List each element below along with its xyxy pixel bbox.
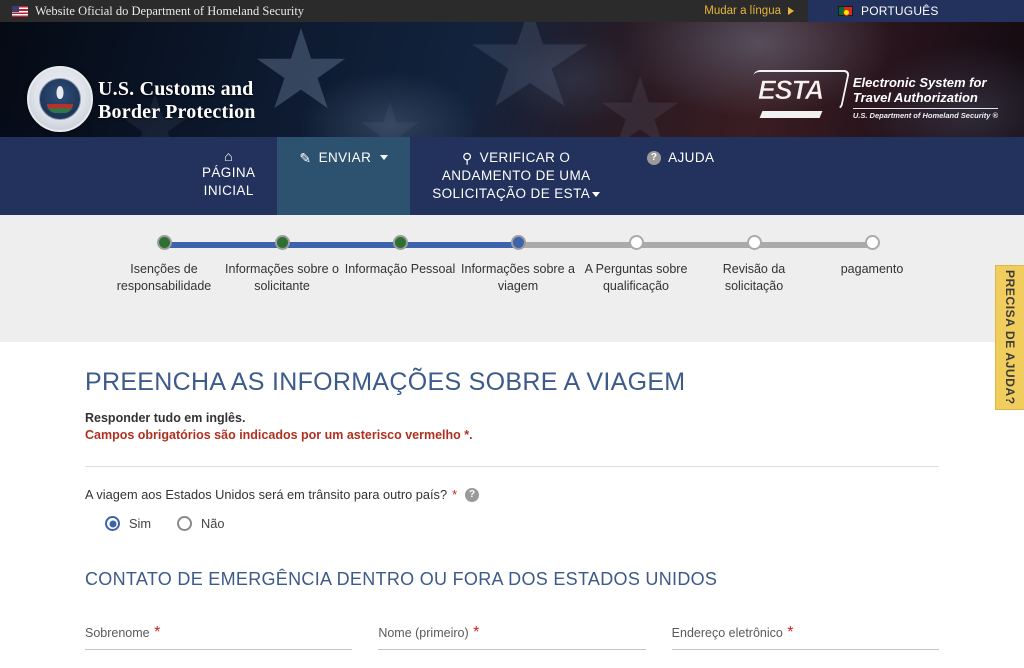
nav-check-status-label-line2: ANDAMENTO DE UMA	[441, 168, 591, 183]
esta-wordmark-text: ESTA	[757, 75, 825, 106]
esta-subtitle-line1: Electronic System for	[852, 75, 987, 90]
need-help-label: PRECISA DE AJUDA?	[1003, 270, 1017, 405]
radio-no-indicator[interactable]	[177, 516, 193, 531]
current-language-label: PORTUGUÊS	[861, 4, 939, 18]
dhs-seal-icon	[27, 66, 93, 132]
step-dot	[628, 235, 644, 250]
page-title: PREENCHA AS INFORMAÇÕES SOBRE A VIAGEM	[85, 368, 686, 396]
step-dot	[156, 235, 172, 250]
step-label: Informações sobre o solicitante	[225, 262, 339, 293]
change-language-label: Mudar a língua	[704, 5, 781, 17]
esta-wordmark-icon: ESTA	[745, 70, 851, 118]
home-icon: ⌂	[224, 148, 234, 164]
nav-submit-label: ENVIAR	[318, 150, 372, 165]
radio-yes-label: Sim	[129, 516, 152, 531]
transit-question-options: Sim Não	[105, 516, 939, 531]
official-website-text: Website Oficial do Department of Homelan…	[35, 3, 305, 18]
emergency-contact-section-title: CONTATO DE EMERGÊNCIA DENTRO OU FORA DOS…	[85, 569, 718, 589]
step-connector-line	[754, 242, 872, 248]
nav-check-status-label-line3: SOLICITAÇÃO DE ESTA	[432, 186, 591, 201]
required-asterisk: *	[473, 624, 480, 641]
required-fields-note: Campos obrigatórios são indicados por um…	[85, 428, 473, 442]
us-flag-icon	[12, 5, 28, 17]
chevron-down-icon	[380, 155, 389, 160]
transit-question-label: A viagem aos Estados Unidos será em trân…	[85, 487, 448, 502]
email-field[interactable]: Endereço eletrônico *	[671, 624, 939, 650]
site-header-banner: U.S. Customs and Border Protection ESTA …	[0, 22, 1024, 137]
step-label: Informações sobre a viagem	[461, 262, 575, 293]
question-circle-icon: ?	[647, 150, 662, 165]
help-circle-icon[interactable]: ?	[465, 487, 480, 502]
step-label: A Perguntas sobre qualificação	[584, 262, 688, 293]
esta-subtitle: Electronic System for Travel Authorizati…	[852, 74, 998, 120]
step-label: Isenções de responsabilidade	[116, 262, 212, 293]
step-connector-line	[400, 242, 518, 248]
radio-yes-indicator[interactable]	[105, 516, 120, 531]
pencil-icon: ✎	[299, 149, 312, 166]
change-language-button[interactable]: Mudar a língua	[694, 0, 808, 22]
radio-option-no[interactable]: Não	[177, 516, 225, 531]
agency-name: U.S. Customs and Border Protection	[98, 78, 256, 124]
step-dot	[510, 235, 526, 250]
top-utility-bar: Website Oficial do Department of Homelan…	[0, 0, 1024, 22]
arrow-right-icon	[788, 7, 794, 15]
esta-dhs-line: U.S. Department of Homeland Security ®	[852, 108, 998, 120]
answer-in-english-note: Responder tudo em inglês.	[85, 411, 246, 425]
current-language-selector[interactable]: PORTUGUÊS	[808, 0, 1024, 22]
nav-help[interactable]: ? AJUDA	[622, 137, 736, 215]
agency-name-line2: Border Protection	[98, 101, 256, 123]
section-divider	[85, 466, 939, 467]
nav-check-status-label-line1: VERIFICAR O	[479, 150, 571, 165]
step-dot	[864, 235, 880, 250]
step-disclaimers[interactable]: Isenções de responsabilidade	[105, 235, 282, 295]
email-label: Endereço eletrônico	[671, 626, 783, 640]
nav-submit[interactable]: ✎ ENVIAR	[277, 137, 411, 215]
radio-no-label: Não	[201, 516, 225, 531]
first-name-field[interactable]: Nome (primeiro) *	[378, 624, 646, 650]
radio-option-yes[interactable]: Sim	[105, 516, 151, 531]
esta-logo: ESTA Electronic System for Travel Author…	[745, 70, 998, 120]
portugal-flag-icon	[838, 6, 853, 16]
need-help-tab[interactable]: PRECISA DE AJUDA?	[995, 265, 1024, 410]
first-name-label: Nome (primeiro)	[378, 626, 469, 640]
surname-label: Sobrenome	[85, 626, 150, 640]
step-connector-line	[282, 242, 400, 248]
progress-stepper-container: Isenções de responsabilidade Informações…	[0, 215, 1024, 342]
step-connector-line	[164, 242, 282, 248]
step-dot	[392, 235, 408, 250]
step-connector-line	[518, 242, 636, 248]
agency-name-line1: U.S. Customs and	[98, 78, 254, 100]
step-dot	[274, 235, 290, 250]
step-connector-line	[636, 242, 754, 248]
nav-home-label-line2: INICIAL	[203, 183, 254, 198]
progress-stepper: Isenções de responsabilidade Informações…	[0, 235, 1024, 295]
transit-question: A viagem aos Estados Unidos será em trân…	[85, 487, 939, 502]
step-label: Informação Pessoal	[344, 262, 456, 276]
required-asterisk: *	[154, 624, 161, 641]
nav-check-status[interactable]: ⚲ VERIFICAR O ANDAMENTO DE UMA SOLICITAÇ…	[410, 137, 622, 215]
surname-field[interactable]: Sobrenome *	[85, 624, 353, 650]
step-dot	[746, 235, 762, 250]
official-website-notice: Website Oficial do Department of Homelan…	[0, 0, 694, 22]
emergency-contact-fields-row1: Sobrenome * Nome (primeiro) * Endereço e…	[85, 624, 939, 650]
required-asterisk: *	[787, 624, 794, 641]
main-content: PREENCHA AS INFORMAÇÕES SOBRE A VIAGEM R…	[0, 342, 1024, 668]
step-label: Revisão da solicitação	[722, 262, 786, 293]
main-navigation: ⌂ PÁGINA INICIAL ✎ ENVIAR ⚲ VERIFICAR O …	[0, 137, 1024, 215]
nav-home[interactable]: ⌂ PÁGINA INICIAL	[180, 137, 277, 215]
required-asterisk: *	[452, 487, 458, 502]
search-icon: ⚲	[462, 149, 473, 166]
step-label: pagamento	[840, 262, 904, 276]
nav-help-label: AJUDA	[668, 150, 715, 165]
nav-home-label-line1: PÁGINA	[202, 165, 256, 180]
esta-subtitle-line2: Travel Authorization	[852, 90, 978, 105]
chevron-down-icon	[592, 191, 601, 197]
